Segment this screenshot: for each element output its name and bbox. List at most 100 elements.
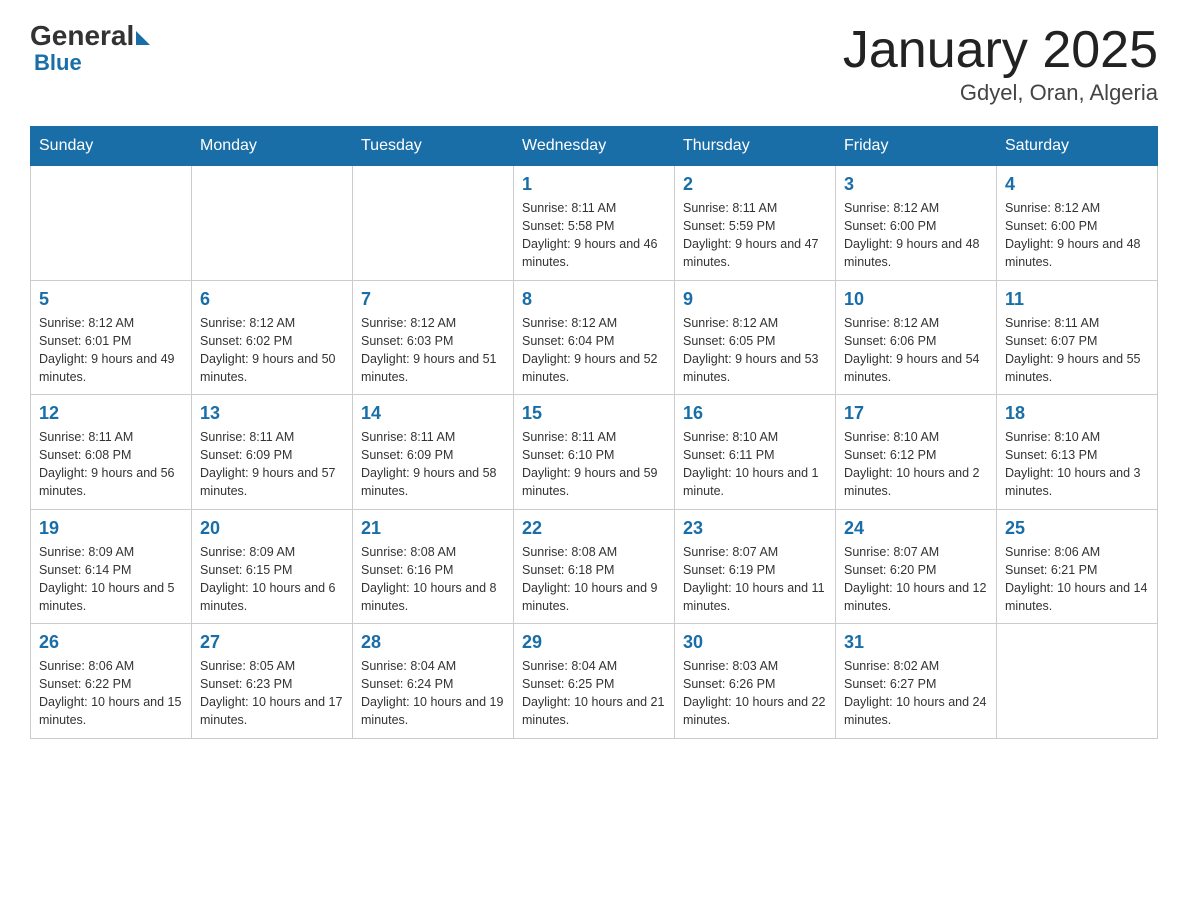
- calendar-cell: [353, 166, 514, 281]
- day-number: 25: [1005, 518, 1149, 539]
- calendar-table: SundayMondayTuesdayWednesdayThursdayFrid…: [30, 126, 1158, 739]
- calendar-cell: 20 Sunrise: 8:09 AMSunset: 6:15 PMDayligh…: [192, 509, 353, 624]
- day-number: 20: [200, 518, 344, 539]
- day-info: Sunrise: 8:12 AMSunset: 6:02 PMDaylight:…: [200, 314, 344, 387]
- day-info: Sunrise: 8:06 AMSunset: 6:22 PMDaylight:…: [39, 657, 183, 730]
- day-info: Sunrise: 8:04 AMSunset: 6:24 PMDaylight:…: [361, 657, 505, 730]
- calendar-cell: [997, 624, 1158, 739]
- calendar-cell: 14 Sunrise: 8:11 AMSunset: 6:09 PMDayligh…: [353, 395, 514, 510]
- day-header-sunday: Sunday: [31, 127, 192, 166]
- week-row-0: 1Sunrise: 8:11 AMSunset: 5:58 PMDaylight…: [31, 166, 1158, 281]
- page-header: General Blue January 2025 Gdyel, Oran, A…: [30, 20, 1158, 106]
- day-info: Sunrise: 8:12 AMSunset: 6:00 PMDaylight:…: [1005, 199, 1149, 272]
- header-row: SundayMondayTuesdayWednesdayThursdayFrid…: [31, 127, 1158, 166]
- day-info: Sunrise: 8:11 AMSunset: 6:10 PMDaylight:…: [522, 428, 666, 501]
- logo: General Blue: [30, 20, 150, 76]
- calendar-cell: 28 Sunrise: 8:04 AMSunset: 6:24 PMDayligh…: [353, 624, 514, 739]
- day-info: Sunrise: 8:10 AMSunset: 6:13 PMDaylight:…: [1005, 428, 1149, 501]
- day-number: 24: [844, 518, 988, 539]
- day-header-thursday: Thursday: [675, 127, 836, 166]
- day-number: 19: [39, 518, 183, 539]
- calendar-cell: 3 Sunrise: 8:12 AMSunset: 6:00 PMDaylight…: [836, 166, 997, 281]
- logo-blue-text: Blue: [32, 50, 82, 76]
- day-info: Sunrise: 8:05 AMSunset: 6:23 PMDaylight:…: [200, 657, 344, 730]
- calendar-cell: 5 Sunrise: 8:12 AMSunset: 6:01 PMDaylight…: [31, 280, 192, 395]
- week-row-4: 26 Sunrise: 8:06 AMSunset: 6:22 PMDayligh…: [31, 624, 1158, 739]
- calendar-cell: 8 Sunrise: 8:12 AMSunset: 6:04 PMDaylight…: [514, 280, 675, 395]
- calendar-cell: 11 Sunrise: 8:11 AMSunset: 6:07 PMDayligh…: [997, 280, 1158, 395]
- title-section: January 2025 Gdyel, Oran, Algeria: [843, 20, 1158, 106]
- day-info: Sunrise: 8:08 AMSunset: 6:16 PMDaylight:…: [361, 543, 505, 616]
- day-number: 23: [683, 518, 827, 539]
- day-number: 11: [1005, 289, 1149, 310]
- day-number: 22: [522, 518, 666, 539]
- day-info: Sunrise: 8:12 AMSunset: 6:04 PMDaylight:…: [522, 314, 666, 387]
- day-header-friday: Friday: [836, 127, 997, 166]
- day-info: Sunrise: 8:12 AMSunset: 6:05 PMDaylight:…: [683, 314, 827, 387]
- calendar-cell: 17Sunrise: 8:10 AMSunset: 6:12 PMDayligh…: [836, 395, 997, 510]
- day-number: 7: [361, 289, 505, 310]
- calendar-cell: 29 Sunrise: 8:04 AMSunset: 6:25 PMDayligh…: [514, 624, 675, 739]
- day-number: 8: [522, 289, 666, 310]
- week-row-2: 12 Sunrise: 8:11 AMSunset: 6:08 PMDayligh…: [31, 395, 1158, 510]
- day-info: Sunrise: 8:09 AMSunset: 6:15 PMDaylight:…: [200, 543, 344, 616]
- day-info: Sunrise: 8:12 AMSunset: 6:06 PMDaylight:…: [844, 314, 988, 387]
- day-info: Sunrise: 8:07 AMSunset: 6:19 PMDaylight:…: [683, 543, 827, 616]
- day-number: 27: [200, 632, 344, 653]
- calendar-cell: 6 Sunrise: 8:12 AMSunset: 6:02 PMDaylight…: [192, 280, 353, 395]
- week-row-3: 19 Sunrise: 8:09 AMSunset: 6:14 PMDayligh…: [31, 509, 1158, 624]
- calendar-cell: 24 Sunrise: 8:07 AMSunset: 6:20 PMDayligh…: [836, 509, 997, 624]
- day-info: Sunrise: 8:04 AMSunset: 6:25 PMDaylight:…: [522, 657, 666, 730]
- day-number: 5: [39, 289, 183, 310]
- day-number: 29: [522, 632, 666, 653]
- day-info: Sunrise: 8:03 AMSunset: 6:26 PMDaylight:…: [683, 657, 827, 730]
- day-header-saturday: Saturday: [997, 127, 1158, 166]
- day-info: Sunrise: 8:12 AMSunset: 6:03 PMDaylight:…: [361, 314, 505, 387]
- calendar-cell: 4Sunrise: 8:12 AMSunset: 6:00 PMDaylight…: [997, 166, 1158, 281]
- day-info: Sunrise: 8:10 AMSunset: 6:11 PMDaylight:…: [683, 428, 827, 501]
- day-info: Sunrise: 8:09 AMSunset: 6:14 PMDaylight:…: [39, 543, 183, 616]
- calendar-cell: [192, 166, 353, 281]
- day-number: 6: [200, 289, 344, 310]
- day-info: Sunrise: 8:11 AMSunset: 6:09 PMDaylight:…: [361, 428, 505, 501]
- calendar-cell: 26 Sunrise: 8:06 AMSunset: 6:22 PMDayligh…: [31, 624, 192, 739]
- day-info: Sunrise: 8:12 AMSunset: 6:00 PMDaylight:…: [844, 199, 988, 272]
- calendar-cell: 25Sunrise: 8:06 AMSunset: 6:21 PMDayligh…: [997, 509, 1158, 624]
- day-number: 10: [844, 289, 988, 310]
- calendar-cell: 22 Sunrise: 8:08 AMSunset: 6:18 PMDayligh…: [514, 509, 675, 624]
- day-number: 28: [361, 632, 505, 653]
- day-number: 15: [522, 403, 666, 424]
- calendar-cell: 2Sunrise: 8:11 AMSunset: 5:59 PMDaylight…: [675, 166, 836, 281]
- calendar-cell: 10 Sunrise: 8:12 AMSunset: 6:06 PMDayligh…: [836, 280, 997, 395]
- day-info: Sunrise: 8:11 AMSunset: 6:08 PMDaylight:…: [39, 428, 183, 501]
- day-number: 30: [683, 632, 827, 653]
- day-info: Sunrise: 8:11 AMSunset: 6:09 PMDaylight:…: [200, 428, 344, 501]
- calendar-cell: 30 Sunrise: 8:03 AMSunset: 6:26 PMDayligh…: [675, 624, 836, 739]
- day-number: 14: [361, 403, 505, 424]
- day-header-wednesday: Wednesday: [514, 127, 675, 166]
- day-info: Sunrise: 8:11 AMSunset: 6:07 PMDaylight:…: [1005, 314, 1149, 387]
- day-number: 26: [39, 632, 183, 653]
- day-info: Sunrise: 8:07 AMSunset: 6:20 PMDaylight:…: [844, 543, 988, 616]
- day-number: 3: [844, 174, 988, 195]
- calendar-cell: 7 Sunrise: 8:12 AMSunset: 6:03 PMDaylight…: [353, 280, 514, 395]
- calendar-cell: 18Sunrise: 8:10 AMSunset: 6:13 PMDayligh…: [997, 395, 1158, 510]
- day-info: Sunrise: 8:08 AMSunset: 6:18 PMDaylight:…: [522, 543, 666, 616]
- day-number: 13: [200, 403, 344, 424]
- calendar-cell: 16Sunrise: 8:10 AMSunset: 6:11 PMDayligh…: [675, 395, 836, 510]
- calendar-cell: 23 Sunrise: 8:07 AMSunset: 6:19 PMDayligh…: [675, 509, 836, 624]
- day-number: 31: [844, 632, 988, 653]
- day-number: 1: [522, 174, 666, 195]
- day-number: 2: [683, 174, 827, 195]
- day-info: Sunrise: 8:02 AMSunset: 6:27 PMDaylight:…: [844, 657, 988, 730]
- day-info: Sunrise: 8:12 AMSunset: 6:01 PMDaylight:…: [39, 314, 183, 387]
- day-number: 12: [39, 403, 183, 424]
- calendar-cell: 27 Sunrise: 8:05 AMSunset: 6:23 PMDayligh…: [192, 624, 353, 739]
- week-row-1: 5 Sunrise: 8:12 AMSunset: 6:01 PMDaylight…: [31, 280, 1158, 395]
- calendar-cell: 13 Sunrise: 8:11 AMSunset: 6:09 PMDayligh…: [192, 395, 353, 510]
- month-title: January 2025: [843, 20, 1158, 80]
- day-info: Sunrise: 8:10 AMSunset: 6:12 PMDaylight:…: [844, 428, 988, 501]
- location-title: Gdyel, Oran, Algeria: [843, 80, 1158, 106]
- day-header-monday: Monday: [192, 127, 353, 166]
- calendar-cell: 9Sunrise: 8:12 AMSunset: 6:05 PMDaylight…: [675, 280, 836, 395]
